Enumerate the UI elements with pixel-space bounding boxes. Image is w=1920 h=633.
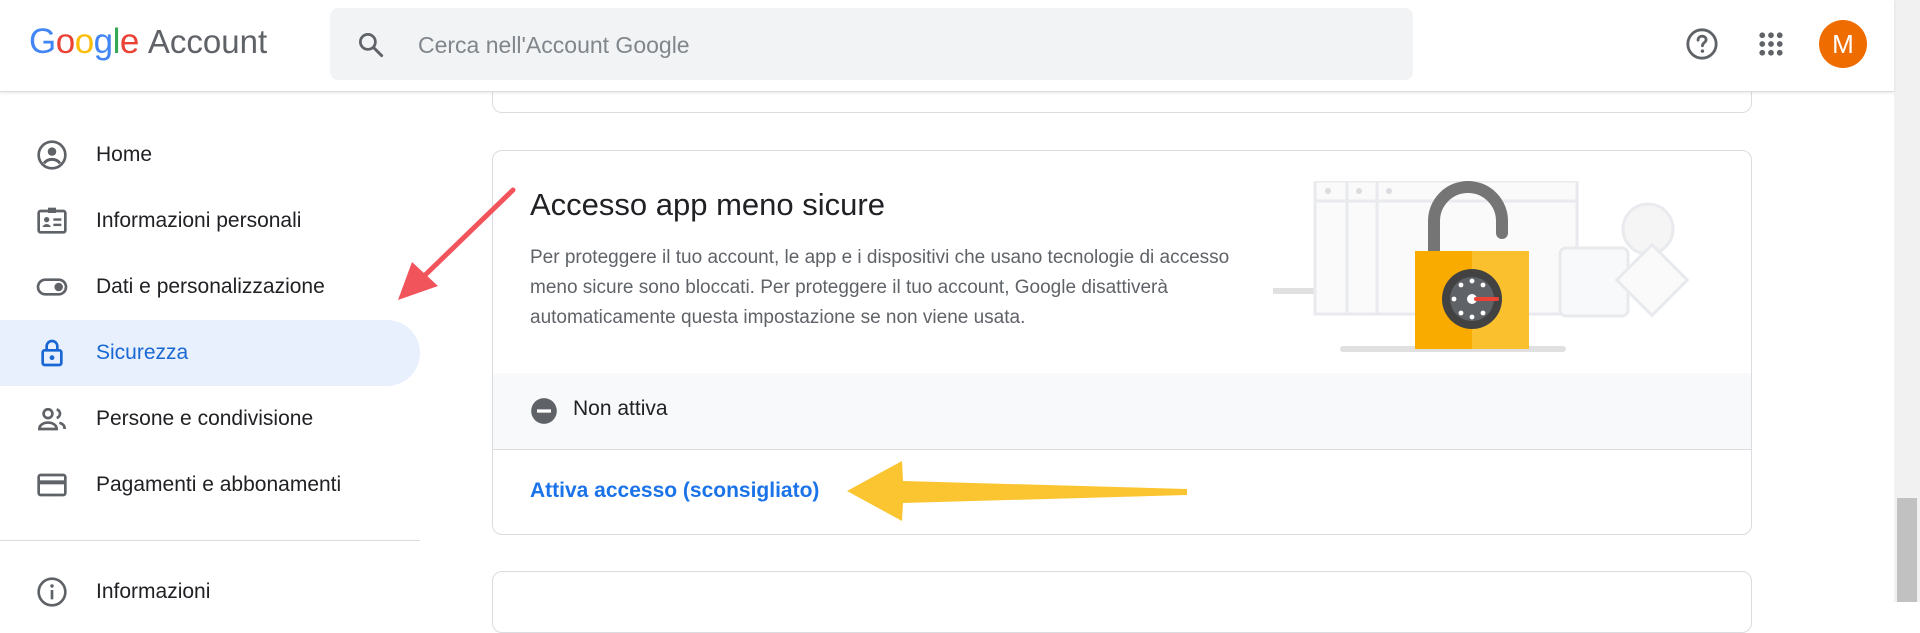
minus-circle-icon — [531, 398, 557, 424]
sidebar-item-dati-personalizzazione[interactable]: Dati e personalizzazione — [0, 254, 420, 320]
less-secure-apps-card: Accesso app meno sicure Per proteggere i… — [492, 150, 1752, 535]
avatar[interactable]: M — [1819, 20, 1867, 68]
lock-icon — [41, 339, 63, 367]
enable-access-link[interactable]: Attiva accesso (sconsigliato) — [530, 479, 819, 503]
sidebar-item-pagamenti-abbonamenti[interactable]: Pagamenti e abbonamenti — [0, 452, 420, 518]
google-account-logo[interactable]: Google Account — [29, 22, 267, 70]
people-icon — [37, 407, 66, 431]
sidebar-item-label: Dati e personalizzazione — [96, 275, 325, 298]
status-text: Non attiva — [573, 397, 668, 420]
status-row: Non attiva — [493, 373, 1751, 450]
search-bar[interactable] — [330, 8, 1413, 80]
account-wordmark: Account — [147, 23, 268, 60]
unlocked-padlock-illustration — [1273, 181, 1690, 352]
scrollbar-thumb[interactable] — [1897, 498, 1917, 602]
sidebar-item-label: Pagamenti e abbonamenti — [96, 473, 342, 496]
card-title: Accesso app meno sicure — [530, 187, 885, 222]
sidebar-item-sicurezza[interactable]: Sicurezza — [0, 320, 420, 386]
sidebar-item-label: Informazioni personali — [96, 209, 302, 232]
info-icon — [37, 577, 67, 607]
search-icon[interactable] — [356, 30, 386, 60]
sidebar-item-informazioni[interactable]: Informazioni — [0, 559, 420, 625]
sidebar-divider — [0, 540, 420, 541]
apps-grid-icon — [1759, 32, 1783, 56]
id-card-icon — [37, 207, 67, 234]
apps-button[interactable] — [1750, 23, 1792, 65]
page-scrollbar[interactable] — [1894, 0, 1920, 602]
sidebar-item-informazioni-personali[interactable]: Informazioni personali — [0, 188, 420, 254]
sidebar-item-label: Persone e condivisione — [96, 407, 314, 430]
sidebar-item-label: Sicurezza — [96, 341, 189, 364]
account-circle-icon — [37, 140, 67, 170]
sidebar-item-home[interactable]: Home — [0, 122, 420, 188]
sidebar-item-label: Informazioni — [96, 580, 211, 603]
search-input[interactable] — [416, 22, 1380, 68]
sidebar-item-label: Home — [96, 143, 153, 166]
help-button[interactable] — [1681, 23, 1723, 65]
help-icon — [1686, 28, 1718, 60]
next-card — [492, 571, 1752, 633]
credit-card-icon — [37, 473, 67, 497]
sidebar-item-persone-condivisione[interactable]: Persone e condivisione — [0, 386, 420, 452]
toggle-icon — [36, 278, 68, 296]
google-wordmark: Google — [29, 22, 139, 61]
top-app-bar: Google Account M — [0, 0, 1894, 92]
sidebar-nav: Home Informazioni personali Dati e perso… — [0, 122, 420, 625]
card-description: Per proteggere il tuo account, le app e … — [530, 247, 1230, 328]
